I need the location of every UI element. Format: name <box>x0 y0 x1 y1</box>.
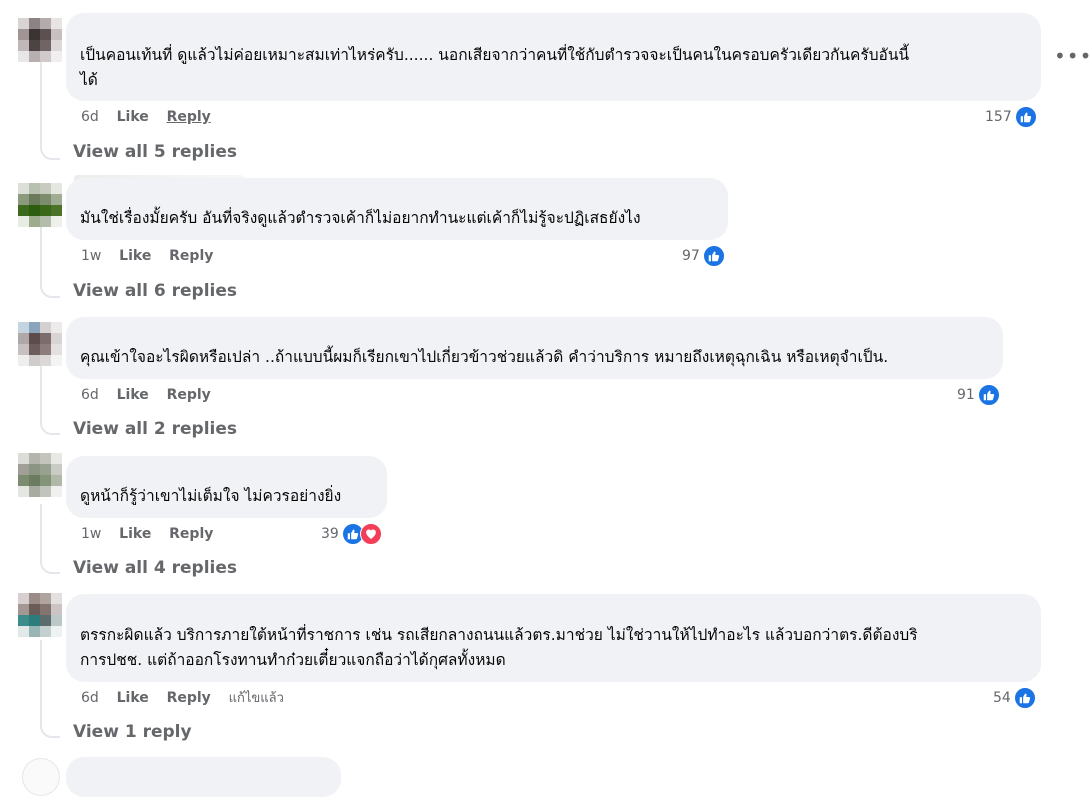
comment-text: ดูหน้าก็รู้ว่าเขาไม่เต็มใจ ไม่ควรอย่างยิ… <box>80 487 342 505</box>
like-button[interactable]: Like <box>117 690 149 706</box>
thread-connector <box>40 718 60 738</box>
next-comment-bubble <box>66 757 341 797</box>
thread-line <box>40 365 42 417</box>
comment-timestamp[interactable]: 1w <box>81 248 101 264</box>
like-button[interactable]: Like <box>119 526 151 542</box>
reaction-summary[interactable]: 39 <box>321 523 382 545</box>
thread-connector <box>40 278 60 298</box>
comment-actions: 1w Like Reply <box>81 246 213 266</box>
reply-button[interactable]: Reply <box>167 387 211 403</box>
reaction-summary[interactable]: 54 <box>993 687 1036 709</box>
like-reaction-icon <box>702 245 725 267</box>
love-reaction-icon <box>359 523 382 545</box>
reaction-count: 54 <box>993 690 1011 706</box>
comment-bubble: ตรรกะผิดแล้ว บริการภายใต้หน้าที่ราชการ เ… <box>66 594 1041 682</box>
comment-timestamp[interactable]: 1w <box>81 526 101 542</box>
thread-line <box>40 640 42 720</box>
thread-connector <box>40 140 60 160</box>
avatar[interactable] <box>18 18 62 62</box>
thread-connector <box>40 554 60 574</box>
reply-button[interactable]: Reply <box>169 248 213 264</box>
like-reaction-icon <box>977 384 1000 406</box>
thread-line <box>40 225 42 280</box>
comment-actions: 6d Like Reply <box>81 385 211 405</box>
comment-timestamp[interactable]: 6d <box>81 690 99 706</box>
edited-label[interactable]: แก้ไขแล้ว <box>229 691 284 706</box>
reply-button[interactable]: Reply <box>167 690 211 706</box>
thread-line <box>40 62 42 142</box>
comment-text: มันใช่เรื่องมั้ยครับ อันที่จริงดูแล้วตำร… <box>80 209 641 227</box>
reaction-count: 97 <box>682 248 700 264</box>
avatar[interactable] <box>18 322 62 366</box>
more-options-icon[interactable]: ••• <box>1054 44 1091 68</box>
comment-actions: 1w Like Reply <box>81 524 213 544</box>
reply-button[interactable]: Reply <box>167 109 211 125</box>
next-avatar[interactable] <box>22 758 60 796</box>
like-button[interactable]: Like <box>117 109 149 125</box>
avatar[interactable] <box>18 453 62 497</box>
view-replies-link[interactable]: View all 4 replies <box>73 558 237 578</box>
like-button[interactable]: Like <box>117 387 149 403</box>
view-replies-link[interactable]: View 1 reply <box>73 722 192 742</box>
reaction-count: 39 <box>321 526 339 542</box>
avatar[interactable] <box>18 593 62 637</box>
comment-bubble: มันใช่เรื่องมั้ยครับ อันที่จริงดูแล้วตำร… <box>66 178 728 240</box>
comment-actions: 6d Like Reply แก้ไขแล้ว <box>81 688 284 708</box>
like-reaction-icon <box>1014 106 1037 128</box>
comment-bubble: คุณเข้าใจอะไรผิดหรือเปล่า ..ถ้าแบบนี้ผมก… <box>66 317 1003 379</box>
comment-timestamp[interactable]: 6d <box>81 109 99 125</box>
reaction-summary[interactable]: 91 <box>957 384 1000 406</box>
thread-line <box>40 504 42 556</box>
comment-text: คุณเข้าใจอะไรผิดหรือเปล่า ..ถ้าแบบนี้ผมก… <box>80 348 889 366</box>
thread-connector <box>40 415 60 435</box>
view-replies-link[interactable]: View all 2 replies <box>73 419 237 439</box>
reaction-summary[interactable]: 157 <box>985 106 1037 128</box>
comment-actions: 6d Like Reply <box>81 107 211 127</box>
reaction-count: 157 <box>985 109 1012 125</box>
comment-bubble: ดูหน้าก็รู้ว่าเขาไม่เต็มใจ ไม่ควรอย่างยิ… <box>66 456 387 518</box>
view-replies-link[interactable]: View all 5 replies <box>73 142 237 162</box>
comment-text: ตรรกะผิดแล้ว บริการภายใต้หน้าที่ราชการ เ… <box>80 626 918 669</box>
reaction-summary[interactable]: 97 <box>682 245 725 267</box>
reaction-count: 91 <box>957 387 975 403</box>
view-replies-link[interactable]: View all 6 replies <box>73 281 237 301</box>
reply-button[interactable]: Reply <box>169 526 213 542</box>
comment-bubble: เป็นคอนเท้นที่ ดูแล้วไม่ค่อยเหมาะสมเท่าไ… <box>66 13 1041 101</box>
avatar[interactable] <box>18 183 62 227</box>
comment-timestamp[interactable]: 6d <box>81 387 99 403</box>
comment-text: เป็นคอนเท้นที่ ดูแล้วไม่ค่อยเหมาะสมเท่าไ… <box>80 46 910 89</box>
like-reaction-icon <box>1013 687 1036 709</box>
like-button[interactable]: Like <box>119 248 151 264</box>
